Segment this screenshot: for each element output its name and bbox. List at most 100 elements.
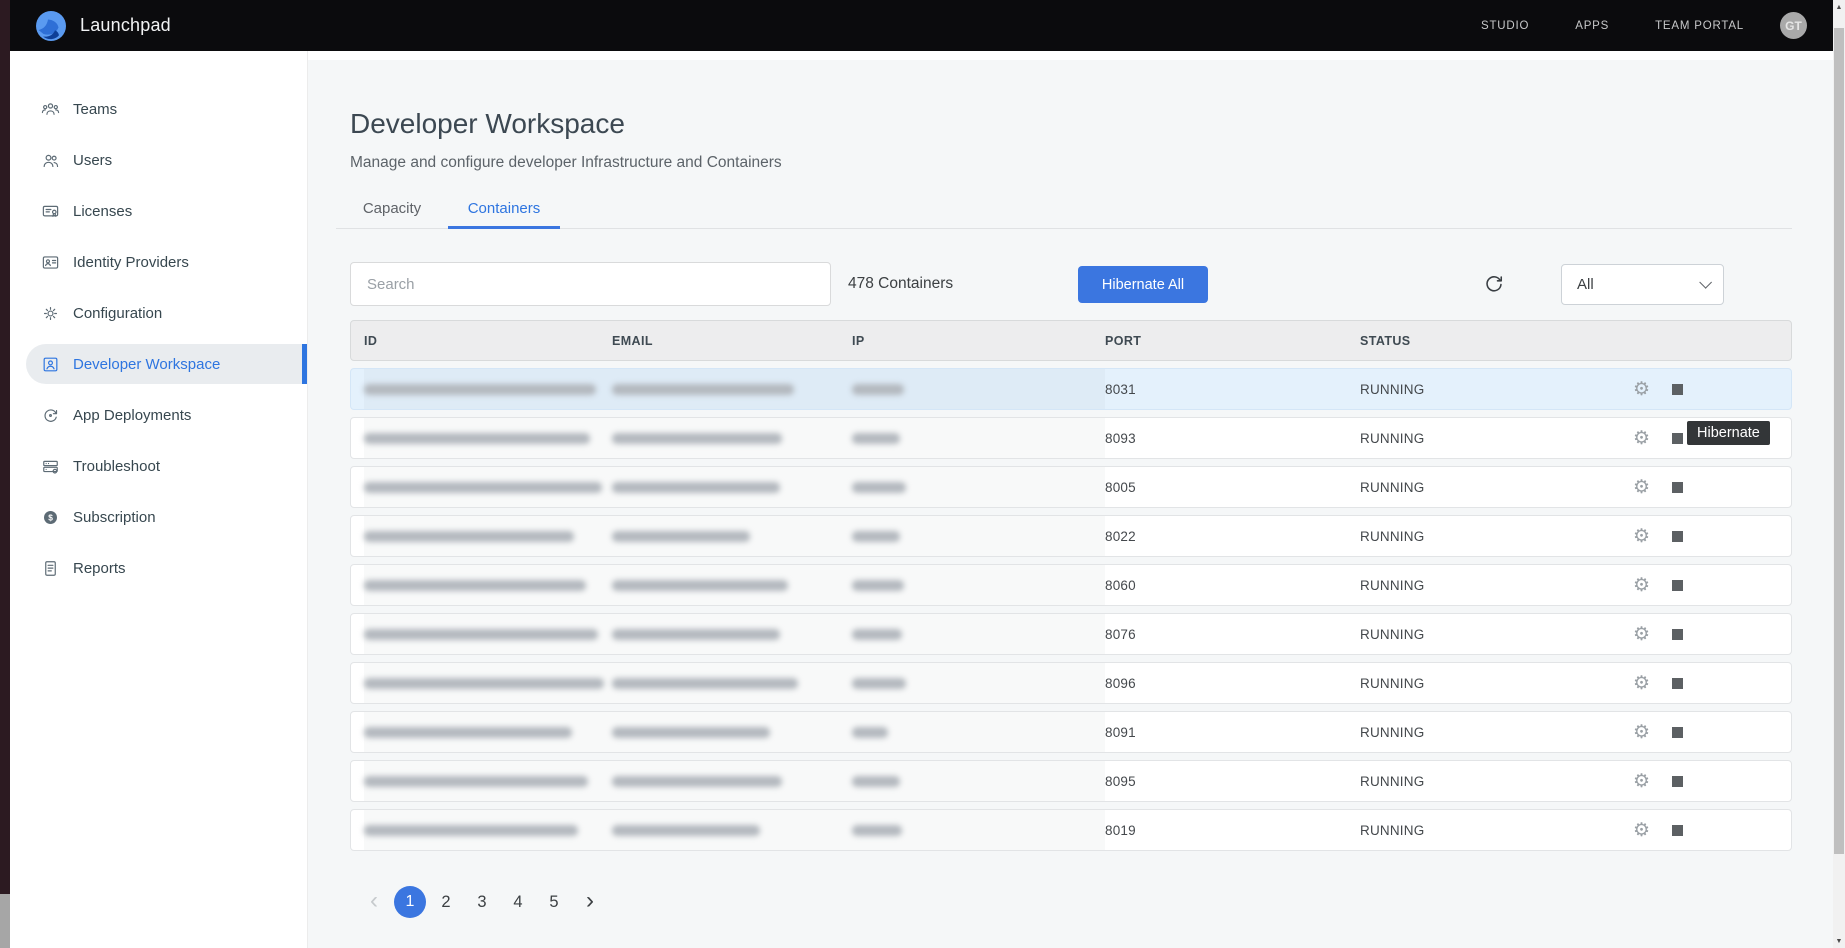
containers-count: 478 Containers xyxy=(848,275,953,293)
sidebar-item-subscription[interactable]: $Subscription xyxy=(10,497,307,537)
page-button-4[interactable]: 4 xyxy=(500,886,536,918)
status-cell: RUNNING xyxy=(1360,627,1633,642)
port-cell: 8031 xyxy=(1105,382,1360,397)
table-row[interactable]: 8096RUNNING⚙ xyxy=(350,662,1792,704)
stop-square-icon[interactable] xyxy=(1672,629,1683,640)
redacted-ip-cell xyxy=(852,565,1105,605)
scrollbar-thumb[interactable] xyxy=(1834,28,1844,854)
table-row[interactable]: 8005RUNNING⚙ xyxy=(350,466,1792,508)
sidebar-item-reports[interactable]: Reports xyxy=(10,548,307,588)
table-row[interactable]: 8091RUNNING⚙ xyxy=(350,711,1792,753)
page-button-1[interactable]: 1 xyxy=(394,886,426,918)
stop-square-icon[interactable] xyxy=(1672,727,1683,738)
filter-select[interactable]: All xyxy=(1561,264,1724,305)
svg-text:$: $ xyxy=(48,512,53,522)
status-cell: RUNNING xyxy=(1360,382,1633,397)
tab-bar: Capacity Containers xyxy=(336,191,1792,229)
row-actions: ⚙ xyxy=(1633,576,1778,595)
pagination: ‹12345› xyxy=(356,886,608,918)
refresh-icon[interactable] xyxy=(1483,273,1505,295)
page-button-3[interactable]: 3 xyxy=(464,886,500,918)
stop-square-icon[interactable] xyxy=(1672,384,1683,395)
search-input[interactable] xyxy=(350,262,831,306)
status-cell: RUNNING xyxy=(1360,529,1633,544)
redacted-ip-cell xyxy=(852,761,1105,801)
settings-gear-icon[interactable]: ⚙ xyxy=(1633,527,1650,546)
sidebar-item-label: Users xyxy=(73,152,112,169)
table-row[interactable]: 8019RUNNING⚙ xyxy=(350,809,1792,851)
filter-select-value: All xyxy=(1577,276,1594,293)
settings-gear-icon[interactable]: ⚙ xyxy=(1633,380,1650,399)
table-body: 8031RUNNING⚙8093RUNNING⚙8005RUNNING⚙8022… xyxy=(350,368,1792,858)
tab-capacity[interactable]: Capacity xyxy=(336,191,448,228)
sidebar-item-label: Troubleshoot xyxy=(73,458,160,475)
chevron-right-icon[interactable]: › xyxy=(572,886,608,918)
launchpad-logo-icon xyxy=(36,11,66,41)
redacted-email-cell xyxy=(612,565,852,605)
table-row[interactable]: 8095RUNNING⚙ xyxy=(350,760,1792,802)
settings-gear-icon[interactable]: ⚙ xyxy=(1633,772,1650,791)
top-link-team-portal[interactable]: TEAM PORTAL xyxy=(1655,20,1744,32)
redacted-email-cell xyxy=(612,467,852,507)
redacted-ip-cell xyxy=(852,663,1105,703)
sidebar-item-identity-providers[interactable]: Identity Providers xyxy=(10,242,307,282)
page-button-5[interactable]: 5 xyxy=(536,886,572,918)
settings-gear-icon[interactable]: ⚙ xyxy=(1633,478,1650,497)
stop-square-icon[interactable] xyxy=(1672,482,1683,493)
redacted-ip-cell xyxy=(852,418,1105,458)
sidebar-item-teams[interactable]: Teams xyxy=(10,89,307,129)
desktop-edge-strip-bottom xyxy=(0,894,10,948)
table-row[interactable]: 8022RUNNING⚙ xyxy=(350,515,1792,557)
redacted-ip-cell xyxy=(852,369,1105,409)
stop-square-icon[interactable] xyxy=(1672,776,1683,787)
chevron-left-icon[interactable]: ‹ xyxy=(356,886,392,918)
table-row[interactable]: 8031RUNNING⚙ xyxy=(350,368,1792,410)
redacted-id-cell xyxy=(364,369,612,409)
scrollbar-up-icon[interactable]: ▲ xyxy=(1833,0,1845,14)
redacted-ip-cell xyxy=(852,614,1105,654)
page-button-2[interactable]: 2 xyxy=(428,886,464,918)
window-scrollbar[interactable]: ▲ ▼ xyxy=(1833,0,1845,948)
table-row[interactable]: 8076RUNNING⚙ xyxy=(350,613,1792,655)
stop-square-icon[interactable] xyxy=(1672,580,1683,591)
top-app-bar: Launchpad STUDIO APPS TEAM PORTAL GT xyxy=(10,0,1833,51)
desktop-edge-strip xyxy=(0,0,10,948)
top-link-apps[interactable]: APPS xyxy=(1575,20,1609,32)
table-row[interactable]: 8060RUNNING⚙ xyxy=(350,564,1792,606)
stop-square-icon[interactable] xyxy=(1672,678,1683,689)
table-row[interactable]: 8093RUNNING⚙ xyxy=(350,417,1792,459)
sidebar-item-configuration[interactable]: Configuration xyxy=(10,293,307,333)
sidebar-item-app-deployments[interactable]: App Deployments xyxy=(10,395,307,435)
stop-square-icon[interactable] xyxy=(1672,531,1683,542)
redacted-email-cell xyxy=(612,663,852,703)
column-header-email: EMAIL xyxy=(612,334,852,348)
redacted-ip-cell xyxy=(852,810,1105,850)
top-link-studio[interactable]: STUDIO xyxy=(1481,20,1529,32)
stop-square-icon[interactable] xyxy=(1672,433,1683,444)
sidebar-item-troubleshoot[interactable]: Troubleshoot xyxy=(10,446,307,486)
row-actions: ⚙ xyxy=(1633,380,1778,399)
row-actions: ⚙ xyxy=(1633,625,1778,644)
settings-gear-icon[interactable]: ⚙ xyxy=(1633,723,1650,742)
developer-workspace-icon xyxy=(40,354,60,374)
sidebar-item-users[interactable]: Users xyxy=(10,140,307,180)
settings-gear-icon[interactable]: ⚙ xyxy=(1633,674,1650,693)
scrollbar-down-icon[interactable]: ▼ xyxy=(1833,934,1845,948)
redacted-email-cell xyxy=(612,418,852,458)
status-cell: RUNNING xyxy=(1360,431,1633,446)
settings-gear-icon[interactable]: ⚙ xyxy=(1633,625,1650,644)
top-nav-links: STUDIO APPS TEAM PORTAL xyxy=(1481,20,1744,32)
port-cell: 8091 xyxy=(1105,725,1360,740)
settings-gear-icon[interactable]: ⚙ xyxy=(1633,821,1650,840)
troubleshoot-icon xyxy=(40,456,60,476)
user-avatar[interactable]: GT xyxy=(1780,12,1807,39)
tab-containers[interactable]: Containers xyxy=(448,191,560,228)
sidebar-item-developer-workspace[interactable]: Developer Workspace xyxy=(26,344,307,384)
hibernate-all-button[interactable]: Hibernate All xyxy=(1078,266,1208,303)
stop-square-icon[interactable] xyxy=(1672,825,1683,836)
column-header-ip: IP xyxy=(852,334,1105,348)
settings-gear-icon[interactable]: ⚙ xyxy=(1633,429,1650,448)
settings-gear-icon[interactable]: ⚙ xyxy=(1633,576,1650,595)
sidebar-item-licenses[interactable]: Licenses xyxy=(10,191,307,231)
chevron-down-icon xyxy=(1699,276,1712,289)
